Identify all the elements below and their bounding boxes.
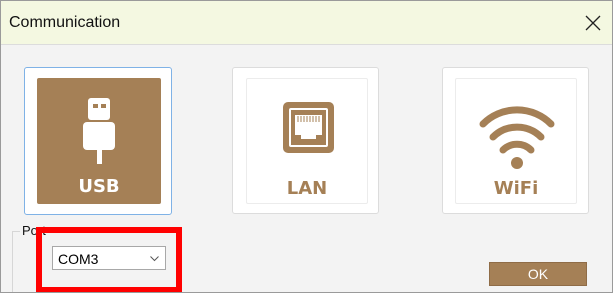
chevron-down-icon: [150, 256, 159, 262]
dialog-title: Communication: [9, 14, 121, 31]
lan-option-tile[interactable]: LAN: [232, 67, 379, 214]
port-label: Port: [20, 223, 48, 238]
wifi-label: WiFi: [493, 178, 539, 199]
lan-tile-background: LAN: [246, 78, 368, 204]
ok-button[interactable]: OK: [489, 262, 587, 286]
wifi-option-tile[interactable]: WiFi: [442, 67, 589, 214]
port-select[interactable]: COM3: [52, 246, 166, 270]
close-button[interactable]: [576, 7, 610, 39]
title-bar: Communication: [1, 1, 612, 45]
usb-tile-background: USB: [37, 78, 161, 204]
usb-option-tile[interactable]: USB: [24, 67, 172, 215]
lan-label: LAN: [286, 178, 328, 199]
close-icon: [585, 15, 601, 31]
port-selected-value: COM3: [58, 251, 99, 267]
wifi-tile-background: WiFi: [455, 78, 577, 204]
usb-label: USB: [78, 176, 120, 197]
communication-dialog: Communication USB LAN WiFi Port COM3 OK: [0, 0, 613, 293]
